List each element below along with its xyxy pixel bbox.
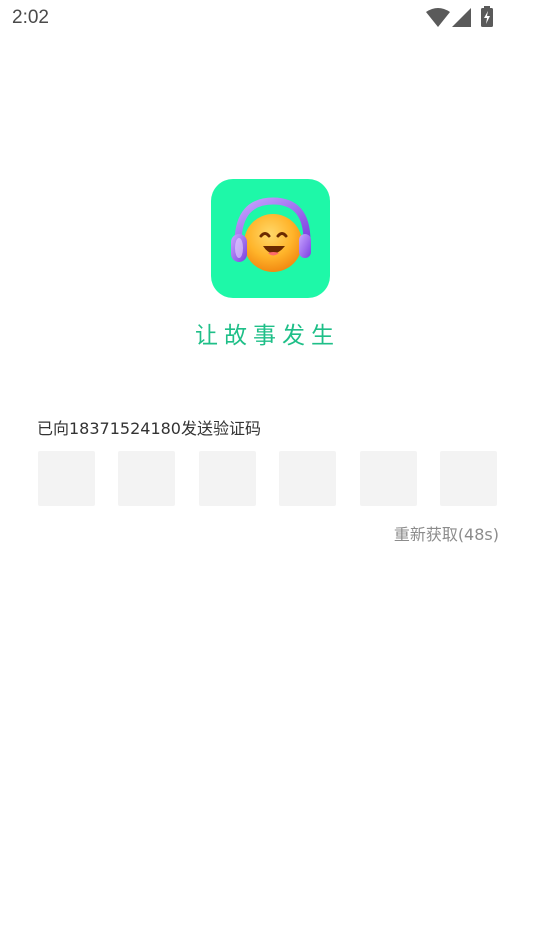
wifi-icon xyxy=(426,8,450,27)
code-sent-message: 已向18371524180发送验证码 xyxy=(37,419,261,438)
code-digit-box-3[interactable] xyxy=(199,451,256,506)
status-time: 2:02 xyxy=(12,7,49,28)
app-slogan: 让故事发生 xyxy=(195,323,340,349)
code-digit-box-4[interactable] xyxy=(279,451,336,506)
app-logo xyxy=(211,179,330,298)
verification-code-input[interactable] xyxy=(38,451,498,506)
battery-charging-icon xyxy=(481,6,493,27)
resend-code-button[interactable]: 重新获取(48s) xyxy=(394,521,499,545)
status-bar: 2:02 xyxy=(0,0,535,38)
cellular-signal-icon xyxy=(452,8,471,27)
code-digit-box-1[interactable] xyxy=(38,451,95,506)
status-icons xyxy=(426,6,498,30)
code-digit-box-2[interactable] xyxy=(118,451,175,506)
code-digit-box-6[interactable] xyxy=(440,451,497,506)
emoji-headphones-icon xyxy=(231,197,311,272)
code-digit-box-5[interactable] xyxy=(360,451,417,506)
